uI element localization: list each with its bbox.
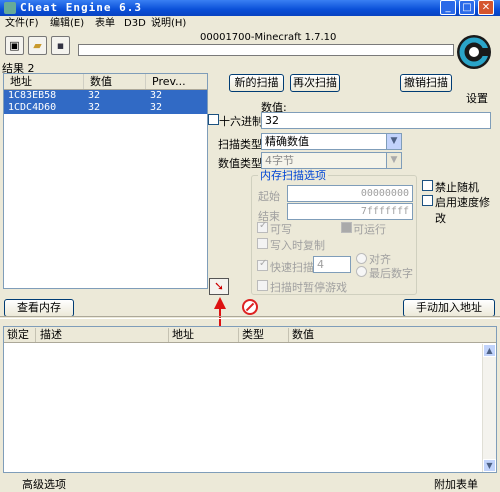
pause-game-checkbox[interactable] <box>257 280 268 291</box>
scroll-up-icon[interactable]: ▲ <box>483 344 496 357</box>
value-type-select[interactable]: 4字节 ▼ <box>261 152 402 169</box>
open-file-button[interactable]: ▰ <box>28 36 47 55</box>
column-description[interactable]: 描述 <box>40 327 62 343</box>
view-memory-button[interactable]: 查看内存 <box>4 299 74 317</box>
result-address: 1C83EB58 <box>8 90 57 101</box>
speedhack-checkbox[interactable] <box>422 195 433 206</box>
menu-table[interactable]: 表单 <box>95 16 115 31</box>
column-separator <box>288 328 289 342</box>
splitter[interactable] <box>0 316 500 319</box>
column-address[interactable]: 地址 <box>172 327 194 343</box>
result-address: 1CDC4D60 <box>8 102 57 113</box>
executable-checkbox[interactable] <box>341 222 352 233</box>
fast-scan-checkbox[interactable] <box>257 258 268 271</box>
menu-bar: 文件(F) 编辑(E) 表单 D3D 说明(H) <box>0 16 500 31</box>
last-digits-label: 最后数字 <box>369 267 413 280</box>
align-radio[interactable] <box>356 253 367 264</box>
app-icon <box>4 2 16 14</box>
pause-game-label: 扫描时暂停游戏 <box>270 281 347 294</box>
table-extras-link[interactable]: 附加表单 <box>434 476 478 492</box>
results-header: 地址 数值 Prev... <box>4 74 207 90</box>
column-address[interactable]: 地址 <box>4 74 84 89</box>
disable-random-label: 禁止随机 <box>435 181 479 194</box>
copy-on-write-checkbox[interactable] <box>257 238 268 249</box>
floppy-icon: ▪ <box>56 39 65 52</box>
hex-checkbox[interactable] <box>208 114 219 125</box>
memory-scan-options-title: 内存扫描选项 <box>258 169 328 182</box>
menu-edit[interactable]: 编辑(E) <box>50 16 84 31</box>
address-list-header: 锁定 描述 地址 类型 数值 <box>4 327 496 343</box>
disable-random-checkbox[interactable] <box>422 180 433 191</box>
column-separator <box>168 328 169 342</box>
value-type-value: 4字节 <box>265 154 294 167</box>
result-prev: 32 <box>150 102 163 113</box>
computer-icon: ▣ <box>9 39 20 52</box>
scan-type-value: 精确数值 <box>265 135 309 148</box>
address-list[interactable]: 锁定 描述 地址 类型 数值 ▲ ▼ <box>3 326 497 473</box>
value-input[interactable]: 32 <box>261 112 491 129</box>
menu-file[interactable]: 文件(F) <box>5 16 39 31</box>
scroll-down-icon[interactable]: ▼ <box>483 459 496 472</box>
column-lock[interactable]: 锁定 <box>7 327 29 343</box>
value-type-label: 数值类型 <box>218 157 262 170</box>
stop-scan-button[interactable] <box>242 299 258 315</box>
results-list[interactable]: 地址 数值 Prev... 1C83EB58 32 32 1CDC4D60 32… <box>3 73 208 289</box>
column-value[interactable]: 数值 <box>84 74 146 89</box>
title-bar: Cheat Engine 6.3 _ □ ✕ <box>0 0 500 16</box>
writable-label: 可写 <box>270 223 292 236</box>
last-digits-radio[interactable] <box>356 266 367 277</box>
copy-on-write-label: 写入时复制 <box>270 239 325 252</box>
column-separator <box>238 328 239 342</box>
new-scan-button[interactable]: 新的扫描 <box>229 74 284 92</box>
writable-checkbox[interactable] <box>257 220 268 233</box>
status-bar: 高级选项 附加表单 <box>0 475 500 491</box>
cheat-engine-logo-icon[interactable] <box>456 34 492 70</box>
close-button[interactable]: ✕ <box>478 0 494 15</box>
column-separator <box>35 328 36 342</box>
result-value: 32 <box>88 102 101 113</box>
undo-scan-button[interactable]: 撤销扫描 <box>400 74 452 92</box>
start-address-input[interactable]: 00000000 <box>287 185 413 202</box>
no-entry-icon <box>245 302 255 312</box>
column-previous[interactable]: Prev... <box>146 74 207 89</box>
column-type[interactable]: 类型 <box>242 327 264 343</box>
chevron-down-icon: ▼ <box>386 153 401 168</box>
end-address-input[interactable]: 7fffffff <box>287 203 413 220</box>
save-button[interactable]: ▪ <box>51 36 70 55</box>
fast-scan-input[interactable]: 4 <box>313 256 351 273</box>
speedhack-label: 启用速度修改 <box>435 196 490 225</box>
scan-type-label: 扫描类型 <box>218 138 262 151</box>
folder-icon: ▰ <box>33 39 42 52</box>
next-scan-button[interactable]: 再次扫描 <box>290 74 340 92</box>
progress-bar <box>78 44 454 56</box>
scrollbar[interactable]: ▲ ▼ <box>482 344 496 472</box>
maximize-button[interactable]: □ <box>459 0 475 15</box>
window-title: Cheat Engine 6.3 <box>20 1 142 14</box>
result-row[interactable]: 1CDC4D60 32 32 <box>4 102 207 114</box>
result-value: 32 <box>88 90 101 101</box>
executable-label: 可运行 <box>353 223 386 236</box>
column-value[interactable]: 数值 <box>292 327 314 343</box>
arrow-down-right-icon: ➘ <box>213 279 225 293</box>
menu-d3d[interactable]: D3D <box>124 16 146 31</box>
result-row[interactable]: 1C83EB58 32 32 <box>4 90 207 102</box>
add-address-manually-button[interactable]: 手动加入地址 <box>403 299 495 317</box>
scan-type-select[interactable]: 精确数值 ▼ <box>261 133 402 150</box>
chevron-down-icon: ▼ <box>386 134 401 149</box>
fast-scan-label: 快速扫描 <box>270 261 314 274</box>
result-prev: 32 <box>150 90 163 101</box>
hex-label: 十六进制 <box>219 115 263 128</box>
add-to-list-button[interactable]: ➘ <box>209 278 229 295</box>
select-process-button[interactable]: ▣ <box>5 36 24 55</box>
start-label: 起始 <box>258 190 280 203</box>
settings-label[interactable]: 设置 <box>466 90 488 106</box>
menu-help[interactable]: 说明(H) <box>151 16 186 31</box>
minimize-button[interactable]: _ <box>440 0 456 15</box>
process-title: 00001700-Minecraft 1.7.10 <box>200 32 337 43</box>
advanced-options-link[interactable]: 高级选项 <box>22 476 66 492</box>
